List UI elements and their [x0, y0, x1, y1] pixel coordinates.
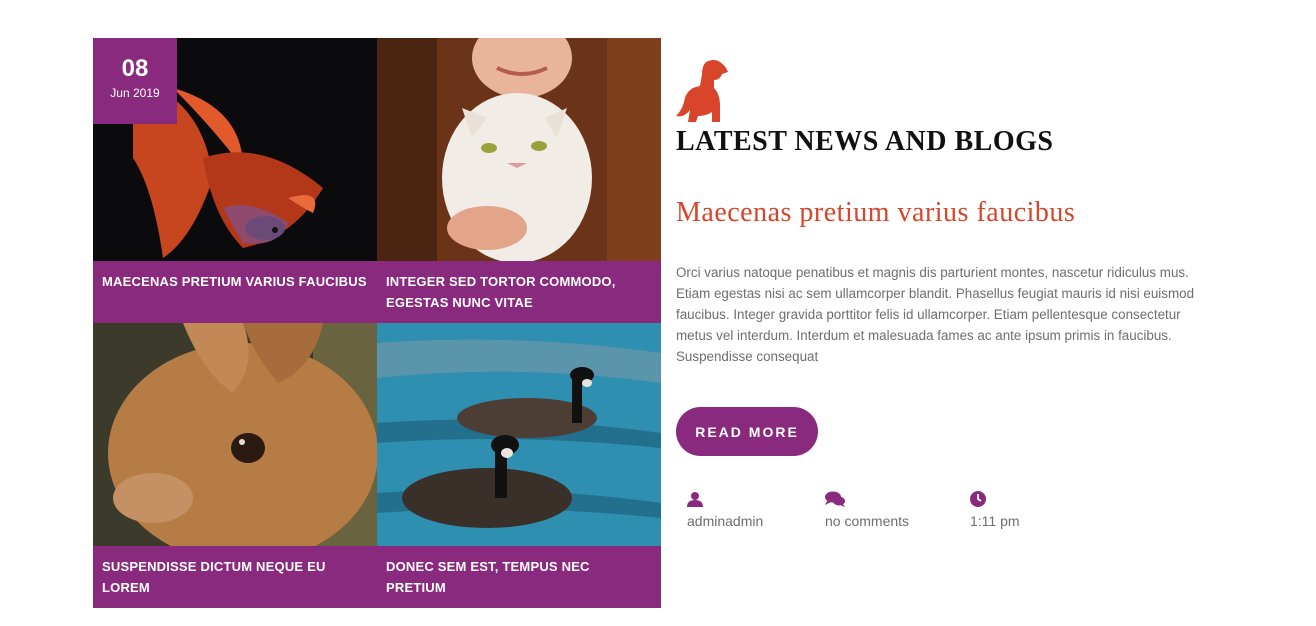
rabbit-photo[interactable] — [93, 323, 377, 546]
post-time: 1:11 pm — [970, 513, 1020, 529]
blog-card-4[interactable]: DONEC SEM EST, TEMPUS NEC PRETIUM — [377, 323, 661, 608]
date-day: 08 — [121, 55, 149, 82]
post-title[interactable]: Maecenas pretium varius faucibus — [676, 197, 1075, 229]
clock-icon — [970, 491, 986, 507]
comments-icon — [825, 491, 845, 507]
blog-card-2[interactable]: INTEGER SED TORTOR COMMODO, EGESTAS NUNC… — [377, 38, 661, 323]
dog-icon — [676, 60, 728, 122]
meta-comments[interactable]: no comments — [825, 491, 909, 529]
card-title[interactable]: INTEGER SED TORTOR COMMODO, EGESTAS NUNC… — [377, 261, 661, 323]
read-more-button[interactable]: READ MORE — [676, 407, 818, 456]
meta-author[interactable]: adminadmin — [687, 491, 763, 529]
blog-card-1[interactable]: 08 Jun 2019 MAECENAS PRETIUM VARIUS FAUC… — [93, 38, 377, 323]
comments-count[interactable]: no comments — [825, 513, 909, 529]
meta-time: 1:11 pm — [970, 491, 1020, 529]
section-heading: LATEST NEWS AND BLOGS — [676, 126, 1054, 157]
blog-card-3[interactable]: SUSPENDISSE DICTUM NEQUE EU LOREM — [93, 323, 377, 608]
card-title[interactable]: MAECENAS PRETIUM VARIUS FAUCIBUS — [93, 261, 377, 323]
date-month: Jun 2019 — [110, 86, 160, 100]
card-title[interactable]: DONEC SEM EST, TEMPUS NEC PRETIUM — [377, 546, 661, 608]
date-badge: 08 Jun 2019 — [93, 38, 177, 124]
author-name[interactable]: adminadmin — [687, 513, 763, 529]
post-meta: adminadmin no comments 1:11 pm — [676, 491, 1076, 541]
card-title[interactable]: SUSPENDISSE DICTUM NEQUE EU LOREM — [93, 546, 377, 608]
blog-grid: 08 Jun 2019 MAECENAS PRETIUM VARIUS FAUC… — [93, 38, 661, 608]
geese-on-water-photo[interactable] — [377, 323, 661, 546]
news-section: LATEST NEWS AND BLOGS Maecenas pretium v… — [676, 58, 1206, 529]
post-excerpt: Orci varius natoque penatibus et magnis … — [676, 265, 1195, 364]
girl-holding-cat-photo[interactable] — [377, 38, 661, 261]
user-icon — [687, 492, 703, 507]
